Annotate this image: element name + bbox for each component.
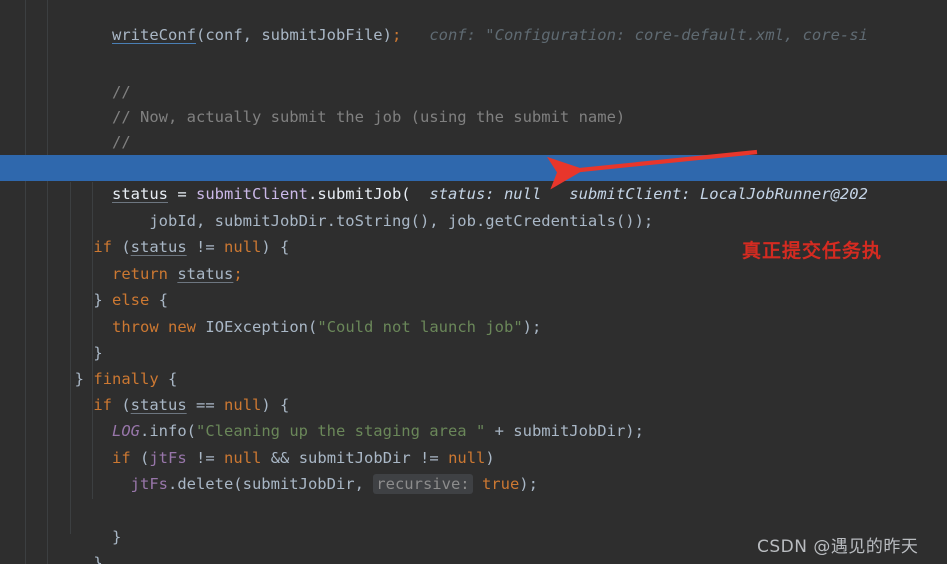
code-line-close-finally-inner[interactable]: } bbox=[0, 498, 947, 546]
code-line-if-status-eq[interactable]: if (status == null) { bbox=[0, 366, 947, 414]
code-line-comment-now[interactable]: // Now, actually submit the job (using t… bbox=[0, 78, 947, 126]
keyword-true: true bbox=[481, 475, 520, 493]
code-line-log-info[interactable]: LOG.info("Cleaning up the staging area "… bbox=[0, 392, 947, 440]
csdn-watermark: CSDN @遇见的昨天 bbox=[757, 537, 919, 557]
code-line-write-conf[interactable]: writeConf(conf, submitJobFile); conf: "C… bbox=[0, 0, 947, 44]
write-conf-args: (conf, submitJobFile) bbox=[196, 26, 392, 44]
semicolon: ; bbox=[391, 26, 402, 44]
submit-job-dir: submitJobDir bbox=[242, 475, 355, 493]
code-line-comment-close[interactable]: // bbox=[0, 103, 947, 151]
inline-hint-conf: conf: "Configuration: core-default.xml, … bbox=[429, 26, 868, 44]
code-line-if-status-ne[interactable]: if (status != null) { bbox=[0, 208, 947, 256]
code-line-close-if[interactable]: } bbox=[0, 314, 947, 362]
code-line-jtfs-delete[interactable]: jtFs.delete(submitJobDir, recursive: tru… bbox=[0, 445, 947, 494]
jtfs-field: jtFs bbox=[130, 475, 168, 493]
inline-hint-recursive: recursive: bbox=[373, 474, 473, 494]
code-editor-surface[interactable]: writeConf(conf, submitJobFile); conf: "C… bbox=[0, 0, 947, 564]
code-line-status-assign-selected[interactable]: status = submitClient.submitJob( status:… bbox=[0, 155, 947, 203]
code-line-comment-open[interactable]: // bbox=[0, 53, 947, 101]
paren-close-semi: ); bbox=[519, 475, 538, 493]
write-conf-call: writeConf bbox=[112, 26, 196, 44]
code-editor-screenshot: writeConf(conf, submitJobFile); conf: "C… bbox=[0, 0, 947, 564]
delete-call: .delete( bbox=[167, 475, 243, 493]
annotation-text: 真正提交任务执 bbox=[742, 240, 883, 262]
code-line-throw[interactable]: throw new IOException("Could not launch … bbox=[0, 288, 947, 336]
code-line-finally[interactable]: } finally { bbox=[0, 340, 947, 388]
code-line-else[interactable]: } else { bbox=[0, 261, 947, 309]
code-line-if-jtfs[interactable]: if (jtFs != null && submitJobDir != null… bbox=[0, 419, 947, 467]
code-line-print-tokens[interactable]: printTokens(jobId, job.getCredentials())… bbox=[0, 129, 947, 177]
code-line-submit-args[interactable]: jobId, submitJobDir.toString(), job.getC… bbox=[0, 182, 947, 230]
